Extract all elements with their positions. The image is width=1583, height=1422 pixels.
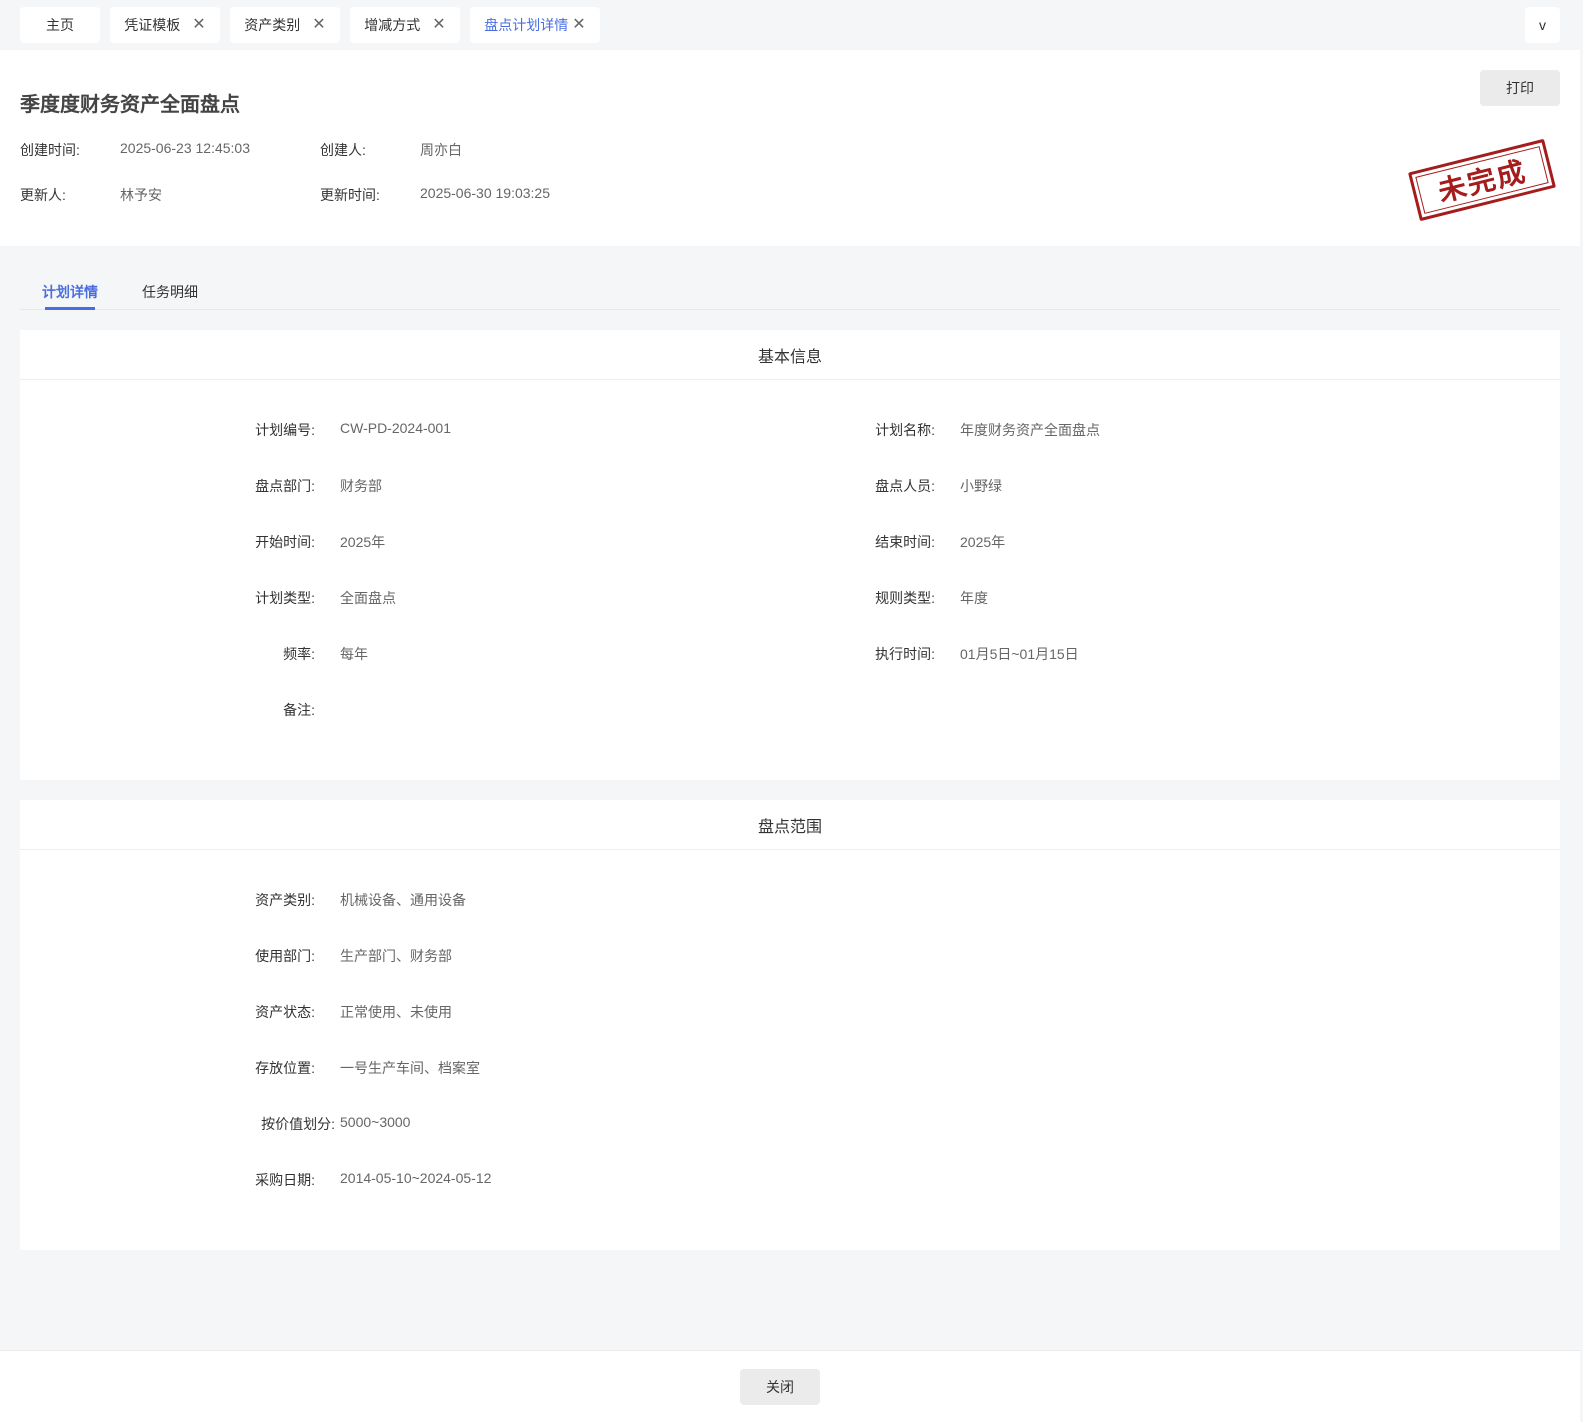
rule-type-value: 年度	[960, 590, 988, 606]
updater-label: 更新人:	[20, 187, 66, 203]
basic-info-title: 基本信息	[20, 330, 1560, 380]
purchase-date-value: 2014-05-10~2024-05-12	[340, 1170, 492, 1186]
plan-type-value: 全面盘点	[340, 590, 396, 606]
status-stamp: 未完成	[1408, 138, 1556, 222]
tab-voucher-template[interactable]: 凭证模板 ✕	[110, 7, 220, 43]
asset-category-value: 机械设备、通用设备	[340, 892, 466, 908]
close-button[interactable]: 关闭	[740, 1369, 820, 1405]
footer-bar: 关闭	[0, 1350, 1580, 1422]
basic-info-card: 基本信息 计划编号: CW-PD-2024-001 计划名称: 年度财务资产全面…	[20, 330, 1560, 780]
status-stamp-text: 未完成	[1434, 155, 1530, 208]
section-tabs: 计划详情 任务明细	[20, 270, 1560, 310]
use-dept-value: 生产部门、财务部	[340, 948, 452, 964]
updater-value: 林予安	[120, 187, 162, 203]
start-time-value: 2025年	[340, 534, 386, 550]
start-time-label: 开始时间:	[255, 534, 315, 550]
tab-dropdown-button[interactable]: v	[1525, 7, 1560, 43]
print-button[interactable]: 打印	[1480, 70, 1560, 106]
plan-type-label: 计划类型:	[255, 590, 315, 606]
dept-label: 盘点部门:	[255, 478, 315, 494]
rule-type-label: 规则类型:	[875, 590, 935, 606]
creator-label: 创建人:	[320, 142, 366, 158]
asset-status-label: 资产状态:	[255, 1004, 315, 1020]
tab-bar: 主页 凭证模板 ✕ 资产类别 ✕ 增减方式 ✕ 盘点计划详情 ✕ v	[0, 0, 1583, 50]
tab-home[interactable]: 主页	[20, 7, 100, 43]
remark-label: 备注:	[283, 702, 315, 718]
plan-name-label: 计划名称:	[875, 422, 935, 438]
tab-inventory-plan-detail[interactable]: 盘点计划详情 ✕	[470, 7, 600, 43]
updated-time-label: 更新时间:	[320, 187, 380, 203]
tab-label: 盘点计划详情	[484, 17, 569, 33]
tab-label: 增减方式	[364, 17, 421, 33]
inventory-scope-card: 盘点范围 资产类别: 机械设备、通用设备 使用部门: 生产部门、财务部 资产状态…	[20, 800, 1560, 1250]
plan-name-value: 年度财务资产全面盘点	[960, 422, 1100, 438]
tab-task-detail[interactable]: 任务明细	[142, 282, 198, 302]
frequency-label: 频率:	[283, 646, 315, 662]
page-title: 季度度财务资产全面盘点	[20, 94, 240, 116]
updated-time-value: 2025-06-30 19:03:25	[420, 185, 550, 201]
tab-label: 主页	[46, 17, 74, 33]
staff-value: 小野绿	[960, 478, 1002, 494]
tab-plan-detail[interactable]: 计划详情	[42, 282, 98, 302]
chevron-down-icon: v	[1539, 17, 1546, 33]
use-dept-label: 使用部门:	[255, 948, 315, 964]
exec-time-value: 01月5日~01月15日	[960, 646, 1079, 662]
purchase-date-label: 采购日期:	[255, 1172, 315, 1188]
close-icon[interactable]: ✕	[572, 17, 585, 33]
scope-title: 盘点范围	[20, 800, 1560, 850]
end-time-value: 2025年	[960, 534, 1006, 550]
creator-value: 周亦白	[420, 142, 462, 158]
location-label: 存放位置:	[255, 1060, 315, 1076]
plan-header: 季度度财务资产全面盘点 创建时间: 2025-06-23 12:45:03 创建…	[0, 50, 1580, 246]
value-range-label: 按价值划分:	[261, 1116, 335, 1132]
tab-asset-category[interactable]: 资产类别 ✕	[230, 7, 340, 43]
tab-label: 资产类别	[244, 17, 301, 33]
created-time-label: 创建时间:	[20, 142, 80, 158]
frequency-value: 每年	[340, 646, 368, 662]
close-icon[interactable]: ✕	[312, 17, 325, 33]
staff-label: 盘点人员:	[875, 478, 935, 494]
tab-change-method[interactable]: 增减方式 ✕	[350, 7, 460, 43]
tab-label: 凭证模板	[124, 17, 181, 33]
plan-no-label: 计划编号:	[255, 422, 315, 438]
dept-value: 财务部	[340, 478, 382, 494]
value-range-value: 5000~3000	[340, 1114, 411, 1130]
location-value: 一号生产车间、档案室	[340, 1060, 480, 1076]
created-time-value: 2025-06-23 12:45:03	[120, 140, 250, 156]
asset-status-value: 正常使用、未使用	[340, 1004, 452, 1020]
plan-no-value: CW-PD-2024-001	[340, 420, 452, 436]
end-time-label: 结束时间:	[875, 534, 935, 550]
asset-category-label: 资产类别:	[255, 892, 315, 908]
close-icon[interactable]: ✕	[192, 17, 205, 33]
exec-time-label: 执行时间:	[875, 646, 935, 662]
close-icon[interactable]: ✕	[432, 17, 445, 33]
active-tab-indicator	[45, 307, 95, 310]
